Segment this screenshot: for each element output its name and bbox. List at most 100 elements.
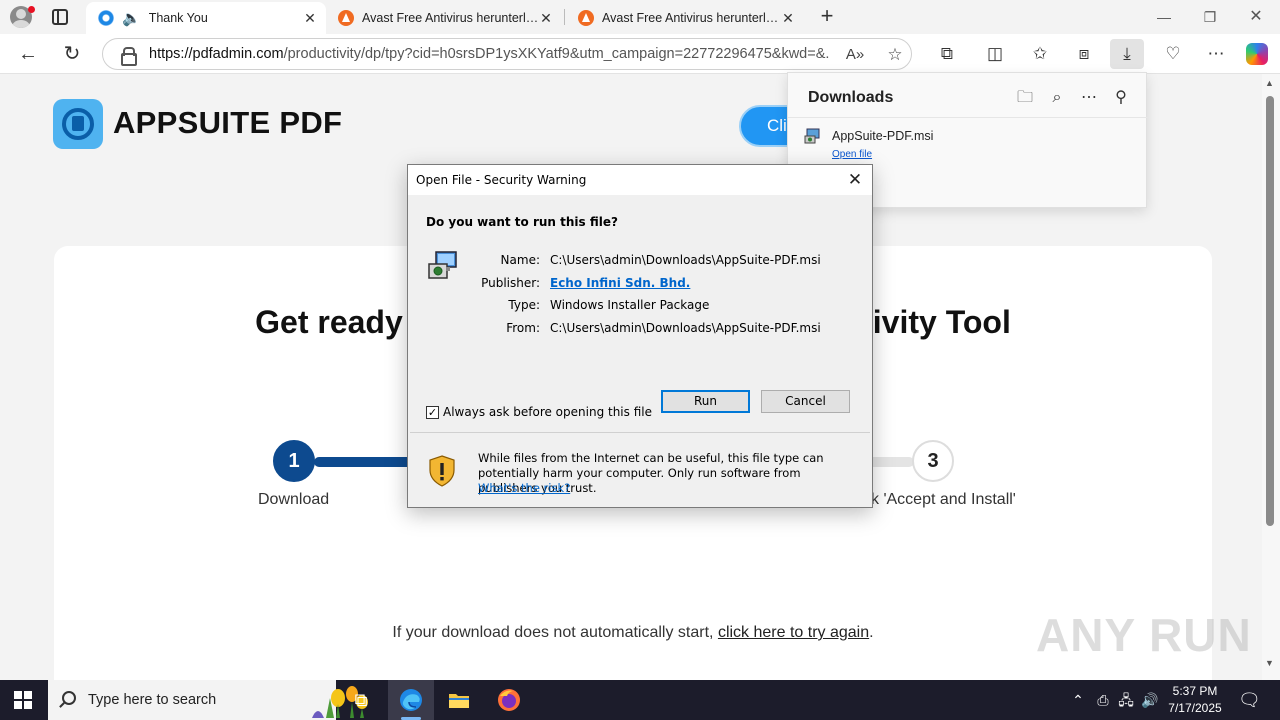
installer-package-icon (428, 251, 457, 279)
tab-avast-2[interactable]: Avast Free Antivirus herunterladen ✕ (566, 2, 804, 34)
lock-icon[interactable] (121, 47, 137, 66)
tab-actions-icon[interactable] (52, 9, 68, 25)
url-path: /productivity/dp/tpy?cid=h0srsDP1ysXKYat… (283, 46, 829, 62)
refresh-icon[interactable]: ↻ (60, 42, 84, 66)
notifications-icon[interactable]: 🗨 (1238, 690, 1261, 710)
collections-icon[interactable]: ⧈ (1073, 43, 1095, 65)
profile-notification-badge (28, 6, 35, 13)
retry-note-period: . (869, 624, 874, 641)
open-downloads-folder-icon[interactable]: 🗀 (1014, 87, 1036, 109)
new-tab-button[interactable]: + (816, 5, 838, 28)
brand-name: APPSUITE PDF (113, 105, 343, 140)
name-label: Name: (500, 253, 540, 267)
favorite-star-icon[interactable]: ☆ (885, 45, 905, 65)
type-label: Type: (508, 298, 540, 312)
downloads-more-icon[interactable]: ⋯ (1078, 87, 1100, 109)
dialog-close-icon[interactable]: ✕ (844, 169, 866, 191)
settings-menu-icon[interactable]: ⋯ (1205, 43, 1227, 65)
tab-title: Avast Free Antivirus herunterladen (602, 11, 782, 25)
window-close-icon[interactable]: ✕ (1245, 6, 1267, 28)
url-host: https://pdfadmin.com (149, 46, 284, 62)
avast-favicon-icon (338, 10, 354, 26)
dialog-question: Do you want to run this file? (426, 215, 618, 229)
edge-taskbar-icon[interactable] (399, 688, 423, 712)
from-label: From: (506, 321, 540, 335)
scroll-thumb[interactable] (1266, 96, 1274, 526)
name-value: C:\Users\admin\Downloads\AppSuite-PDF.ms… (550, 253, 821, 267)
tab-close-icon[interactable]: ✕ (780, 10, 796, 26)
speaker-icon[interactable]: 🔈 (122, 9, 141, 27)
tab-close-icon[interactable]: ✕ (538, 10, 554, 26)
step-1-label: Download (258, 491, 330, 508)
firefox-icon[interactable] (497, 688, 521, 712)
tab-avast-1[interactable]: Avast Free Antivirus herunterladen ✕ (326, 2, 562, 34)
type-value: Windows Installer Package (550, 298, 710, 312)
msi-file-icon (804, 128, 820, 144)
security-warning-dialog: Open File - Security Warning ✕ Do you wa… (407, 164, 873, 508)
publisher-label: Publisher: (481, 276, 540, 290)
page-scrollbar[interactable]: ▲ ▼ (1262, 74, 1280, 680)
minimize-icon[interactable]: — (1153, 6, 1175, 28)
copilot-icon[interactable] (1246, 43, 1268, 65)
url-text[interactable]: https://pdfadmin.com/productivity/dp/tpy… (149, 46, 829, 62)
extensions-icon[interactable]: ⧉ (936, 43, 958, 65)
page-favicon-icon (98, 10, 114, 26)
downloads-divider (788, 117, 1148, 118)
device-icon[interactable]: ⎙ (1094, 690, 1112, 710)
search-downloads-icon[interactable]: ⌕ (1046, 87, 1068, 109)
read-aloud-icon[interactable]: A» (845, 45, 865, 65)
address-toolbar: ← ↻ https://pdfadmin.com/productivity/dp… (0, 34, 1280, 74)
taskbar-search-box[interactable]: Type here to search (48, 680, 368, 720)
network-icon[interactable]: 🖧 (1117, 690, 1135, 710)
show-hidden-icons-chevron-icon[interactable]: ⌃ (1069, 690, 1087, 710)
appsuite-logo-icon (53, 99, 103, 149)
dialog-title: Open File - Security Warning (416, 173, 587, 187)
avast-favicon-icon (578, 10, 594, 26)
cancel-button[interactable]: Cancel (761, 390, 850, 413)
retry-download-link[interactable]: click here to try again (718, 624, 869, 641)
step-3-circle: 3 (912, 440, 954, 482)
clock-date[interactable]: 7/17/2025 (1164, 701, 1226, 715)
browser-essentials-icon[interactable]: ♡ (1162, 43, 1184, 65)
tab-thank-you[interactable]: 🔈 Thank You ✕ (86, 2, 326, 34)
clock-time[interactable]: 5:37 PM (1164, 684, 1226, 698)
search-icon (62, 691, 76, 705)
always-ask-checkbox[interactable]: ✓ (426, 406, 439, 419)
publisher-link[interactable]: Echo Infini Sdn. Bhd. (550, 276, 690, 290)
dialog-body: Do you want to run this file? Name: C:\U… (408, 195, 872, 433)
run-button[interactable]: Run (661, 390, 750, 413)
warning-area: While files from the Internet can be use… (408, 433, 872, 507)
headline-right: ivity Tool (872, 304, 1011, 340)
split-screen-icon[interactable]: ◫ (984, 43, 1006, 65)
open-file-link[interactable]: Open file (832, 149, 872, 160)
file-explorer-icon[interactable] (447, 688, 471, 712)
taskbar: Type here to search ⧉ ⌃ ⎙ 🖧 🔊 5:37 PM 7/… (0, 680, 1280, 720)
pin-icon[interactable]: ⚲ (1110, 87, 1132, 109)
always-ask-label[interactable]: Always ask before opening this file (443, 405, 652, 419)
anyrun-watermark: ANY RUN (1036, 609, 1252, 661)
windows-start-icon[interactable] (14, 691, 32, 709)
volume-icon[interactable]: 🔊 (1141, 690, 1159, 710)
step-3-label: k 'Accept and Install' (871, 491, 1016, 508)
scroll-down-icon[interactable]: ▼ (1265, 658, 1274, 668)
download-file-name[interactable]: AppSuite-PDF.msi (832, 129, 933, 143)
tab-close-icon[interactable]: ✕ (302, 10, 318, 26)
from-value: C:\Users\admin\Downloads\AppSuite-PDF.ms… (550, 321, 821, 335)
restore-icon[interactable]: ❐ (1199, 6, 1221, 28)
tab-title: Avast Free Antivirus herunterladen (362, 11, 542, 25)
address-bar[interactable]: https://pdfadmin.com/productivity/dp/tpy… (102, 38, 912, 70)
search-placeholder: Type here to search (88, 692, 217, 708)
downloads-toolbar-icon[interactable]: ⤓ (1110, 39, 1144, 69)
headline-left: Get ready (255, 304, 403, 340)
whats-the-risk-link[interactable]: What's the risk? (478, 481, 570, 495)
tab-separator (564, 9, 565, 25)
scroll-up-icon[interactable]: ▲ (1265, 78, 1274, 88)
step-1-circle: 1 (273, 440, 315, 482)
retry-note-text: If your download does not automatically … (392, 624, 714, 641)
downloads-title: Downloads (808, 89, 894, 106)
tab-bar: 🔈 Thank You ✕ Avast Free Antivirus herun… (0, 0, 1280, 34)
task-view-icon[interactable]: ⧉ (349, 688, 373, 712)
shield-warning-icon (429, 455, 455, 487)
favorites-icon[interactable]: ✩ (1029, 43, 1051, 65)
back-arrow-icon[interactable]: ← (16, 42, 40, 66)
